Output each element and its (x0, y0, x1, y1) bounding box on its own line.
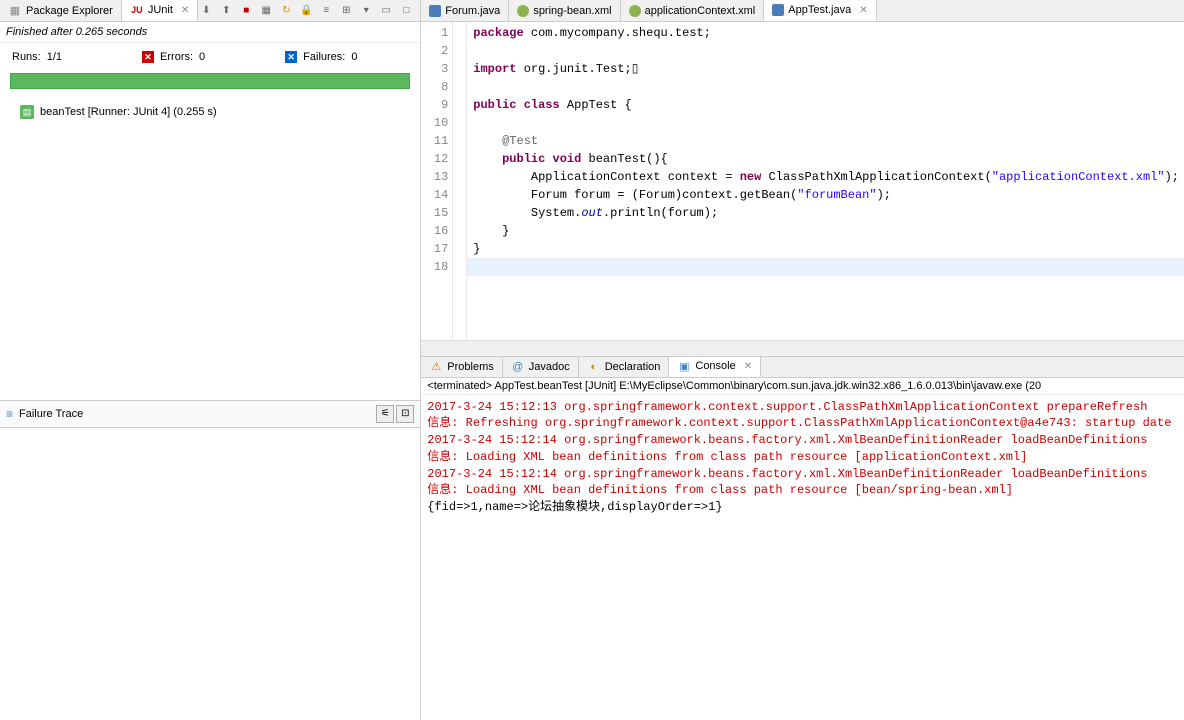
maximize-icon[interactable]: □ (398, 3, 414, 19)
tab-console[interactable]: ▣ Console ✕ (669, 357, 761, 377)
console-line: 2017-3-24 15:12:13 org.springframework.c… (427, 399, 1179, 416)
failure-trace-label: Failure Trace (19, 408, 83, 420)
tab-label: Forum.java (445, 5, 500, 17)
close-icon[interactable]: ✕ (181, 5, 189, 16)
collapse-icon[interactable]: ≡ (318, 3, 334, 19)
stat-runs: Runs: 1/1 (12, 51, 62, 63)
test-item[interactable]: ▤ beanTest [Runner: JUnit 4] (0.255 s) (20, 103, 400, 121)
failure-trace-header: ≡ Failure Trace ⚟ ⊡ (0, 400, 420, 428)
runs-value: 1/1 (47, 51, 62, 63)
bottom-tab-bar: ⚠ Problems @ Javadoc ◐ Declaration ▣ Con… (421, 356, 1184, 378)
java-icon (772, 4, 784, 16)
editor-tab-bar: Forum.java spring-bean.xml applicationCo… (421, 0, 1184, 22)
tab-label: Console (695, 360, 735, 372)
test-item-label: beanTest [Runner: JUnit 4] (0.255 s) (40, 106, 217, 118)
errors-label: Errors: (160, 51, 193, 63)
layout-icon[interactable]: ⊞ (338, 3, 354, 19)
junit-toolbar: ⬇ ⬆ ■ ▦ ↻ 🔒 ≡ ⊞ ▾ ▭ □ (198, 3, 420, 19)
runs-label: Runs: (12, 51, 41, 63)
tab-label: spring-bean.xml (533, 5, 611, 17)
test-tree: ▤ beanTest [Runner: JUnit 4] (0.255 s) (0, 99, 420, 400)
tab-label: Problems (447, 361, 493, 373)
left-panel: ▦ Package Explorer JU JUnit ✕ ⬇ ⬆ ■ ▦ ↻ … (0, 0, 421, 720)
console-line: 2017-3-24 15:12:14 org.springframework.b… (427, 466, 1179, 483)
junit-stats: Runs: 1/1 ✕ Errors: 0 ✕ Failures: 0 (0, 43, 420, 71)
test-ok-icon: ▤ (20, 105, 34, 119)
failures-label: Failures: (303, 51, 345, 63)
console-line: 信息: Loading XML bean definitions from cl… (427, 449, 1179, 466)
stat-failures: ✕ Failures: 0 (285, 51, 357, 63)
tab-spring-bean[interactable]: spring-bean.xml (509, 0, 620, 21)
right-panel: Forum.java spring-bean.xml applicationCo… (421, 0, 1184, 720)
errors-value: 0 (199, 51, 205, 63)
xml-icon (629, 5, 641, 17)
failure-icon: ✕ (285, 51, 297, 63)
console-line: {fid=>1,name=>论坛抽象模块,displayOrder=>1} (427, 499, 1179, 516)
left-tab-bar: ▦ Package Explorer JU JUnit ✕ ⬇ ⬆ ■ ▦ ↻ … (0, 0, 420, 22)
compare-icon[interactable]: ⊡ (396, 405, 414, 423)
code-body[interactable]: package com.mycompany.shequ.test; import… (467, 22, 1184, 340)
console-icon: ▣ (677, 359, 691, 373)
error-icon: ✕ (142, 51, 154, 63)
console-body[interactable]: 2017-3-24 15:12:13 org.springframework.c… (421, 395, 1184, 720)
minimize-icon[interactable]: ▭ (378, 3, 394, 19)
lock-icon[interactable]: 🔒 (298, 3, 314, 19)
tab-forum-java[interactable]: Forum.java (421, 0, 509, 21)
failure-trace-body (0, 428, 420, 720)
problems-icon: ⚠ (429, 360, 443, 374)
tab-label: Declaration (605, 361, 661, 373)
prev-icon[interactable]: ⬇ (198, 3, 214, 19)
tab-label: Package Explorer (26, 5, 113, 17)
xml-icon (517, 5, 529, 17)
package-icon: ▦ (8, 4, 22, 18)
console-header: <terminated> AppTest.beanTest [JUnit] E:… (421, 378, 1184, 395)
menu-icon[interactable]: ▾ (358, 3, 374, 19)
rerun-fail-icon[interactable]: ↻ (278, 3, 294, 19)
junit-icon: JU (130, 3, 144, 17)
close-icon[interactable]: ✕ (744, 361, 752, 372)
next-icon[interactable]: ⬆ (218, 3, 234, 19)
tab-label: JUnit (148, 4, 173, 16)
close-icon[interactable]: ✕ (859, 5, 867, 16)
tab-apptest-java[interactable]: AppTest.java ✕ (764, 0, 876, 21)
tab-declaration[interactable]: ◐ Declaration (579, 357, 670, 377)
tab-problems[interactable]: ⚠ Problems (421, 357, 502, 377)
tab-javadoc[interactable]: @ Javadoc (503, 357, 579, 377)
trace-icon: ≡ (6, 407, 13, 421)
rerun-icon[interactable]: ▦ (258, 3, 274, 19)
editor-area[interactable]: 12389101112131415161718 package com.myco… (421, 22, 1184, 340)
console-line: 信息: Refreshing org.springframework.conte… (427, 415, 1179, 432)
tab-label: Javadoc (529, 361, 570, 373)
javadoc-icon: @ (511, 360, 525, 374)
tab-junit[interactable]: JU JUnit ✕ (122, 0, 198, 21)
console-line: 信息: Loading XML bean definitions from cl… (427, 482, 1179, 499)
tab-label: applicationContext.xml (645, 5, 756, 17)
filter-icon[interactable]: ⚟ (376, 405, 394, 423)
java-icon (429, 5, 441, 17)
stat-errors: ✕ Errors: 0 (142, 51, 205, 63)
junit-progress-bar (10, 73, 410, 89)
junit-status: Finished after 0.265 seconds (0, 22, 420, 43)
failures-value: 0 (351, 51, 357, 63)
tab-app-context[interactable]: applicationContext.xml (621, 0, 765, 21)
editor-scrollbar[interactable] (421, 340, 1184, 356)
console-line: 2017-3-24 15:12:14 org.springframework.b… (427, 432, 1179, 449)
line-gutter: 12389101112131415161718 (421, 22, 453, 340)
tab-package-explorer[interactable]: ▦ Package Explorer (0, 0, 122, 21)
declaration-icon: ◐ (587, 360, 601, 374)
folding-ruler[interactable] (453, 22, 467, 340)
stop-icon[interactable]: ■ (238, 3, 254, 19)
tab-label: AppTest.java (788, 4, 851, 16)
